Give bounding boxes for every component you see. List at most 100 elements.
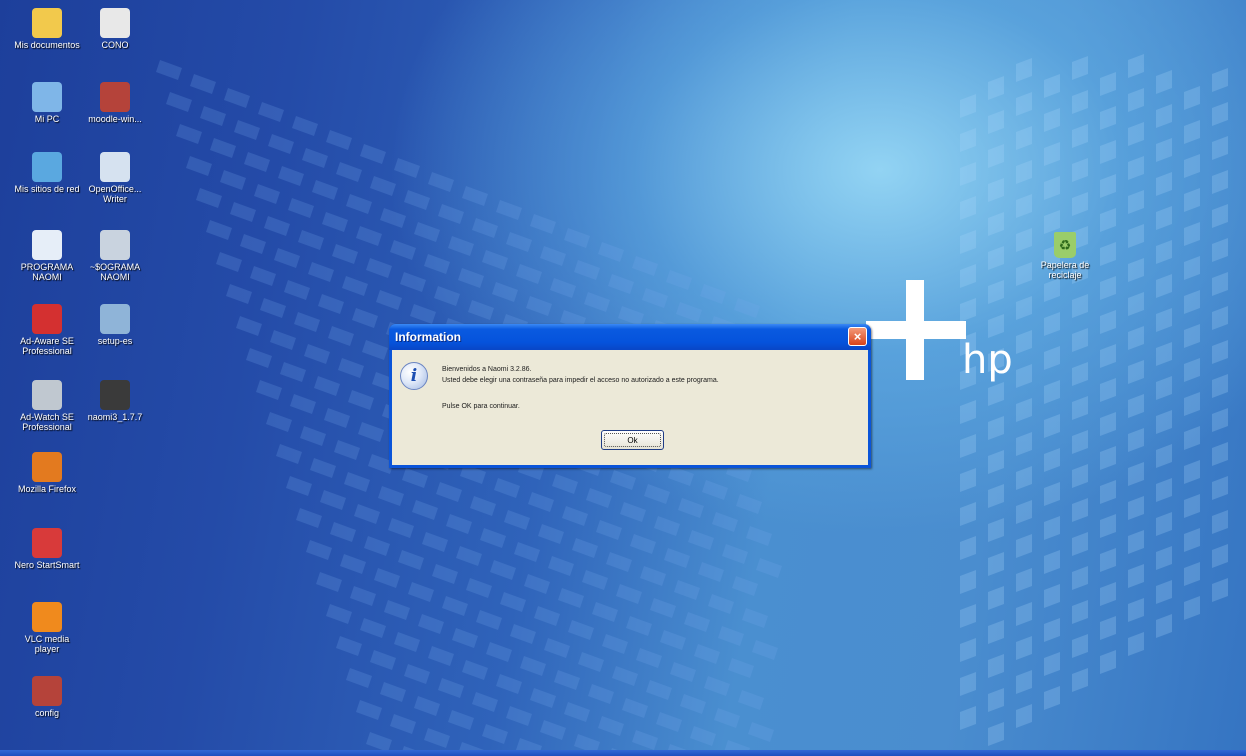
wallpaper-tile <box>286 476 312 496</box>
wallpaper-tile <box>316 572 342 592</box>
wallpaper-tile <box>702 480 728 500</box>
desktop-icon-label: Mis sitios de red <box>14 184 80 194</box>
taskbar[interactable] <box>0 750 1246 756</box>
desktop-icon[interactable]: Mi PC <box>12 82 82 124</box>
wallpaper-tile <box>988 178 1004 202</box>
wallpaper-tile <box>1156 478 1172 502</box>
wallpaper-tile <box>284 280 310 300</box>
wallpaper-tile <box>602 634 628 654</box>
wallpaper-tile <box>960 502 976 526</box>
desktop-icon[interactable]: PROGRAMA NAOMI <box>12 230 82 282</box>
wallpaper-tile <box>960 196 976 220</box>
wallpaper-tile <box>1044 414 1060 438</box>
wallpaper-tile <box>564 228 590 248</box>
desktop-icon[interactable]: Mis documentos <box>12 8 82 50</box>
ok-button[interactable]: Ok <box>601 430 664 450</box>
wallpaper-tile <box>336 162 362 182</box>
wallpaper-tile <box>496 674 522 694</box>
wallpaper-tile <box>660 630 686 650</box>
program-icon <box>100 230 130 260</box>
wallpaper-tile <box>574 260 600 280</box>
desktop-icon[interactable]: ~$OGRAMA NAOMI <box>80 230 150 282</box>
info-symbol: i <box>410 366 418 386</box>
desktop-icon[interactable]: Ad-Watch SE Professional <box>12 380 82 432</box>
desktop-icon[interactable]: Mis sitios de red <box>12 152 82 194</box>
wallpaper-tile <box>514 542 540 562</box>
wallpaper-tile <box>640 566 666 586</box>
close-button[interactable]: × <box>848 327 867 346</box>
wallpaper-tile <box>1212 544 1228 568</box>
wallpaper-tile <box>712 512 738 532</box>
wallpaper-tile <box>1072 498 1088 522</box>
wallpaper-tile <box>504 510 530 530</box>
wallpaper-tile <box>690 726 716 746</box>
desktop-icon-recycle-bin[interactable]: ♻ Papelera de reciclaje <box>1030 232 1100 280</box>
wallpaper-tile <box>200 106 226 126</box>
wallpaper-tile <box>408 582 434 602</box>
wallpaper-tile <box>360 618 386 638</box>
wallpaper-tile <box>988 722 1004 746</box>
wallpaper-tile <box>388 518 414 538</box>
wallpaper-tile <box>1128 54 1144 78</box>
wallpaper-tile <box>376 290 402 310</box>
wallpaper-tile <box>670 662 696 682</box>
wallpaper-tile <box>1072 124 1088 148</box>
desktop-icon[interactable]: moodle-win... <box>80 82 150 124</box>
wallpaper-tile <box>1212 136 1228 160</box>
wallpaper-tile <box>336 636 362 656</box>
dialog-message-password: Usted debe elegir una contraseña para im… <box>442 377 719 384</box>
dialog-titlebar[interactable]: Information × <box>389 324 871 350</box>
wallpaper-tile <box>1072 294 1088 318</box>
wallpaper-tile <box>1100 344 1116 368</box>
dialog-body: i Bienvenidos a Naomi 3.2.86. Usted debe… <box>392 350 868 465</box>
wallpaper-tile <box>1212 442 1228 466</box>
wallpaper-tile <box>482 250 508 270</box>
wallpaper-tile <box>734 298 760 318</box>
wallpaper-tile <box>960 536 976 560</box>
desktop-icon[interactable]: setup-es <box>80 304 150 346</box>
wallpaper-tile <box>668 466 694 486</box>
desktop-icon[interactable]: Ad-Aware SE Professional <box>12 304 82 356</box>
wallpaper-tile <box>1016 92 1032 116</box>
wallpaper-tile <box>642 288 668 308</box>
desktop-icon[interactable]: Nero StartSmart <box>12 528 82 570</box>
wallpaper-tile <box>1100 446 1116 470</box>
desktop-icon[interactable]: config <box>12 676 82 718</box>
wallpaper-tile <box>300 426 326 446</box>
wallpaper-tile <box>1212 476 1228 500</box>
wallpaper-tile <box>558 588 584 608</box>
wallpaper-tile <box>380 682 406 702</box>
wallpaper-tile <box>684 612 710 632</box>
wallpaper-tile <box>676 302 702 322</box>
wallpaper-tile <box>674 580 700 600</box>
wallpaper-tile <box>230 202 256 222</box>
desktop-icon-label: Ad-Aware SE Professional <box>20 336 74 356</box>
wallpaper-tile <box>694 644 720 664</box>
folder-icon <box>32 8 62 38</box>
wallpaper-tile <box>1072 634 1088 658</box>
desktop-icon[interactable]: Mozilla Firefox <box>12 452 82 494</box>
desktop-icon[interactable]: OpenOffice... Writer <box>80 152 150 204</box>
wallpaper-tile <box>166 92 192 112</box>
wallpaper-tile <box>186 156 212 176</box>
wallpaper-tile <box>550 278 576 298</box>
wallpaper-tile <box>960 230 976 254</box>
wallpaper-tile <box>1072 328 1088 352</box>
wallpaper-tile <box>960 604 976 628</box>
wallpaper-tile <box>562 506 588 526</box>
desktop-icon-label: Mi PC <box>34 114 60 124</box>
wallpaper-tile <box>216 252 242 272</box>
desktop-icon[interactable]: VLC media player <box>12 602 82 654</box>
wallpaper-tile <box>1100 548 1116 572</box>
wallpaper-tile <box>1044 142 1060 166</box>
wallpaper-tile <box>246 348 272 368</box>
wallpaper-tile <box>1016 398 1032 422</box>
wallpaper-tile <box>320 490 346 510</box>
wallpaper-tile <box>1184 154 1200 178</box>
desktop-icon[interactable]: CONO <box>80 8 150 50</box>
desktop-icon[interactable]: naomi3_1.7.7 <box>80 380 150 422</box>
wallpaper-tile <box>404 190 430 210</box>
wallpaper-tile <box>250 266 276 286</box>
wallpaper-tile <box>442 596 468 616</box>
wallpaper-tile <box>1128 428 1144 452</box>
